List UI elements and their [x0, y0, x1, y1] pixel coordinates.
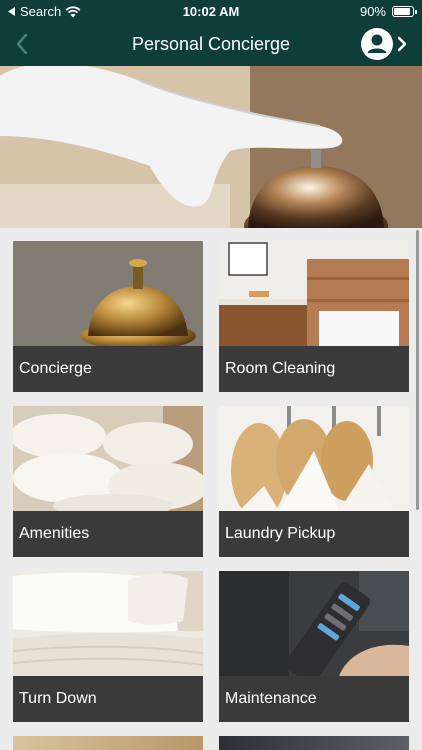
scroll-indicator[interactable] — [416, 230, 419, 510]
tile-partial-left[interactable] — [13, 736, 203, 750]
app-screen: Search 10:02 AM 90% Personal Concierge C… — [0, 0, 422, 750]
tile-partial-image — [13, 736, 203, 750]
tile-turn-down[interactable]: Turn Down — [13, 571, 203, 722]
tile-concierge[interactable]: Concierge — [13, 241, 203, 392]
tile-label: Room Cleaning — [219, 346, 409, 392]
status-time: 10:02 AM — [182, 4, 240, 19]
tile-partial-right[interactable] — [219, 736, 409, 750]
tile-room-cleaning[interactable]: Room Cleaning — [219, 241, 409, 392]
tile-label: Turn Down — [13, 676, 203, 722]
concierge-image — [13, 241, 203, 346]
battery-status: 90% — [359, 4, 417, 19]
battery-level — [394, 8, 411, 15]
page-title: Personal Concierge — [131, 34, 291, 54]
tile-partial-image — [219, 736, 409, 750]
profile-button[interactable] — [360, 27, 408, 61]
battery-icon — [392, 6, 417, 17]
user-circle-icon — [361, 28, 393, 60]
services-grid: Concierge Room Cleaning Amenities Laundr… — [13, 241, 409, 750]
tile-label: Concierge — [13, 346, 203, 392]
tile-label: Amenities — [13, 511, 203, 557]
room-cleaning-image — [219, 241, 409, 346]
navigation-bar: Personal Concierge — [0, 22, 422, 66]
tile-maintenance[interactable]: Maintenance — [219, 571, 409, 722]
amenities-image — [13, 406, 203, 511]
battery-percent: 90% — [359, 4, 386, 19]
status-bar: Search 10:02 AM 90% — [0, 0, 422, 22]
turn-down-image — [13, 571, 203, 676]
tile-laundry-pickup[interactable]: Laundry Pickup — [219, 406, 409, 557]
laundry-pickup-image — [219, 406, 409, 511]
maintenance-image — [219, 571, 409, 676]
tile-label: Maintenance — [219, 676, 409, 722]
hero-image — [0, 66, 422, 228]
tile-amenities[interactable]: Amenities — [13, 406, 203, 557]
tile-label: Laundry Pickup — [219, 511, 409, 557]
chevron-right-icon — [397, 36, 407, 52]
